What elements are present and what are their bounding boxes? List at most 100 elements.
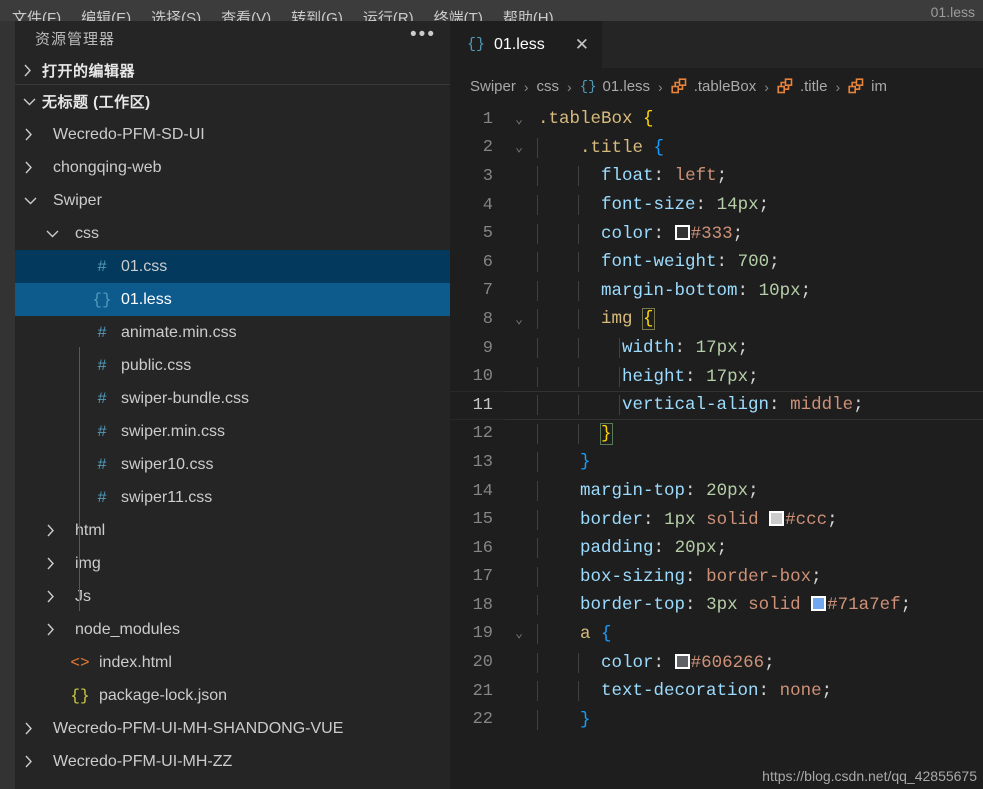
code-line-21[interactable]: 21 text-decoration: none;	[450, 677, 983, 706]
menu-item-run[interactable]: 运行(R)	[353, 11, 424, 21]
tree-folder-swiper[interactable]: Swiper	[15, 184, 450, 217]
menu-item-select[interactable]: 选择(S)	[141, 11, 211, 21]
menu-item-file[interactable]: 文件(F)	[2, 11, 71, 21]
color-swatch[interactable]	[769, 510, 785, 526]
tree-folder-css[interactable]: css	[15, 217, 450, 250]
menu-item-terminal[interactable]: 终端(T)	[424, 11, 493, 21]
tree-file-swiper-min-css[interactable]: # swiper.min.css	[15, 415, 450, 448]
code-line-5[interactable]: 5 color: #333;	[450, 219, 983, 248]
indent-guide	[537, 652, 538, 673]
code-line-19[interactable]: 19 ⌄ a {	[450, 620, 983, 649]
indent-guide	[578, 166, 579, 187]
chevron-right-icon	[24, 755, 46, 768]
indent-guide	[537, 366, 538, 387]
tree-file-swiper11-css[interactable]: # swiper11.css	[15, 481, 450, 514]
css-selector-icon	[848, 78, 865, 95]
code-line-6[interactable]: 6 font-weight: 700;	[450, 248, 983, 277]
section-open-editors[interactable]: 打开的编辑器	[15, 56, 450, 85]
code-line-8[interactable]: 8 ⌄ img {	[450, 305, 983, 334]
chevron-down-icon	[46, 229, 68, 238]
menu-item-goto[interactable]: 转到(G)	[281, 11, 353, 21]
indent-guide	[537, 452, 538, 473]
code-line-22[interactable]: 22 }	[450, 705, 983, 734]
code-line-3[interactable]: 3 float: left;	[450, 162, 983, 191]
fold-chevron-icon[interactable]: ⌄	[506, 312, 532, 327]
code-line-4[interactable]: 4 font-size: 14px;	[450, 191, 983, 220]
indent-guide	[619, 395, 620, 416]
tree-file-package-lock-json[interactable]: {} package-lock.json	[15, 679, 450, 712]
breadcrumb-item-css[interactable]: css	[537, 78, 560, 95]
tree-file-swiper-bundle-css[interactable]: # swiper-bundle.css	[15, 382, 450, 415]
tree-file-public-css[interactable]: # public.css	[15, 349, 450, 382]
indent-guide	[578, 195, 579, 216]
code-line-20[interactable]: 20 color: #606266;	[450, 648, 983, 677]
tree-folder-js[interactable]: Js	[15, 580, 450, 613]
breadcrumb-item-tablebox[interactable]: .tableBox	[671, 78, 756, 95]
color-swatch[interactable]	[811, 596, 827, 612]
tree-folder-chongqing-web[interactable]: chongqing-web	[15, 151, 450, 184]
code-line-18[interactable]: 18 border-top: 3px solid #71a7ef;	[450, 591, 983, 620]
code-line-10[interactable]: 10 height: 17px;	[450, 362, 983, 391]
tree-file-animate-min-css[interactable]: # animate.min.css	[15, 316, 450, 349]
code-line-2[interactable]: 2 ⌄ .title {	[450, 134, 983, 163]
breadcrumb-item-swiper[interactable]: Swiper	[470, 78, 516, 95]
chevron-right-icon	[24, 128, 46, 141]
indent-guide	[578, 681, 579, 702]
tree-folder-html[interactable]: html	[15, 514, 450, 547]
tree-file-swiper10-css[interactable]: # swiper10.css	[15, 448, 450, 481]
breadcrumb-item-title[interactable]: .title	[777, 78, 828, 95]
breadcrumb-separator: ›	[835, 78, 841, 95]
breadcrumb-item-01less[interactable]: {} 01.less	[580, 78, 650, 95]
line-number: 15	[472, 510, 493, 530]
code-text: border-top: 3px solid #71a7ef;	[532, 595, 911, 616]
menu-item-view[interactable]: 查看(V)	[211, 11, 281, 21]
close-icon[interactable]: ✕	[575, 35, 589, 55]
fold-chevron-icon[interactable]: ⌄	[506, 112, 532, 127]
code-line-15[interactable]: 15 border: 1px solid #ccc;	[450, 505, 983, 534]
code-line-12[interactable]: 12 }	[450, 420, 983, 449]
tree-item-label: animate.min.css	[121, 323, 237, 341]
tree-folder-wecredo-pfm-ui-mh-zz[interactable]: Wecredo-PFM-UI-MH-ZZ	[15, 745, 450, 778]
code-line-17[interactable]: 17 box-sizing: border-box;	[450, 563, 983, 592]
indent-guide	[537, 166, 538, 187]
tree-folder-wecredo-pfm-sd-ui[interactable]: Wecredo-PFM-SD-UI	[15, 118, 450, 151]
indent-guide	[537, 423, 538, 444]
menu-item-help[interactable]: 帮助(H)	[493, 11, 564, 21]
tree-folder-node-modules[interactable]: node_modules	[15, 613, 450, 646]
color-swatch[interactable]	[674, 653, 690, 669]
fold-chevron-icon[interactable]: ⌄	[506, 626, 532, 641]
tree-item-label: 01.css	[121, 257, 168, 275]
code-line-16[interactable]: 16 padding: 20px;	[450, 534, 983, 563]
line-number: 8	[482, 309, 493, 329]
breadcrumb-separator: ›	[764, 78, 769, 95]
indent-guide	[578, 652, 579, 673]
breadcrumb-label: .title	[799, 78, 828, 95]
tree-file-01-css[interactable]: #01.css	[15, 250, 450, 283]
css-file-icon: #	[97, 323, 107, 342]
tree-file-01-less[interactable]: {} 01.less	[15, 283, 450, 316]
code-line-13[interactable]: 13 }	[450, 448, 983, 477]
code-line-14[interactable]: 14 margin-top: 20px;	[450, 477, 983, 506]
section-workspace[interactable]: 无标题 (工作区)	[15, 85, 450, 118]
line-number: 20	[472, 653, 493, 673]
indent-guide	[537, 137, 538, 158]
fold-chevron-icon[interactable]: ⌄	[506, 140, 532, 155]
breadcrumb-item-im[interactable]: im	[848, 78, 887, 95]
code-line-11[interactable]: 11 vertical-align: middle;	[450, 390, 983, 420]
indent-guide	[537, 681, 538, 702]
menu-item-edit[interactable]: 编辑(E)	[71, 11, 141, 21]
tree-item-label: chongqing-web	[53, 158, 162, 176]
line-number: 21	[472, 681, 493, 701]
code-line-7[interactable]: 7 margin-bottom: 10px;	[450, 277, 983, 306]
tree-folder-wecredo-pfm-ui-mh-shandong-vue[interactable]: Wecredo-PFM-UI-MH-SHANDONG-VUE	[15, 712, 450, 745]
tree-file-index-html[interactable]: <> index.html	[15, 646, 450, 679]
tab-01-less[interactable]: {} 01.less ✕	[450, 21, 603, 68]
code-line-1[interactable]: 1 ⌄ .tableBox {	[450, 105, 983, 134]
tree-folder-img[interactable]: img	[15, 547, 450, 580]
code-editor[interactable]: 1 ⌄ .tableBox {2 ⌄ .title {3 float: left; 4 …	[450, 105, 983, 789]
color-swatch[interactable]	[674, 224, 690, 240]
line-number: 7	[482, 281, 493, 301]
indent-guide	[537, 623, 538, 644]
more-actions-icon[interactable]: •••	[410, 25, 436, 47]
code-line-9[interactable]: 9 width: 17px;	[450, 334, 983, 363]
